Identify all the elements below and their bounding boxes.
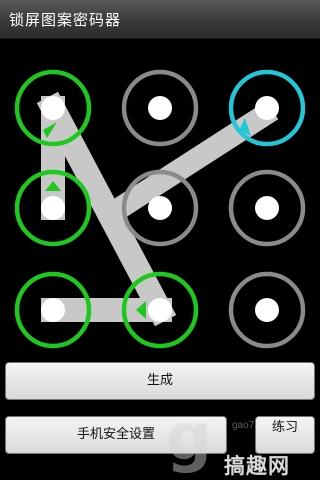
pattern-dot-center: [255, 96, 279, 120]
generate-button-label: 生成: [146, 373, 173, 388]
pattern-dot-center: [41, 196, 65, 220]
title-bar: 锁屏图案密码器: [0, 0, 320, 39]
watermark-site: gao7.com: [232, 420, 276, 431]
pattern-dot-center: [255, 298, 279, 322]
pattern-dot-6[interactable]: [228, 169, 306, 247]
pattern-dot-center: [148, 298, 172, 322]
pattern-dot-2[interactable]: [121, 69, 199, 147]
pattern-dot-center: [41, 298, 65, 322]
lock-pattern-grid[interactable]: [0, 38, 320, 360]
generate-button[interactable]: 生成: [5, 362, 315, 400]
watermark-logo-icon: g: [166, 401, 212, 475]
app-title: 锁屏图案密码器: [9, 11, 122, 29]
pattern-dot-9[interactable]: [228, 271, 306, 349]
pattern-dot-center: [255, 196, 279, 220]
pattern-dot-3[interactable]: [228, 69, 306, 147]
pattern-dot-center: [148, 196, 172, 220]
watermark-brand: 搞趣网: [224, 454, 290, 478]
pattern-dot-4[interactable]: [14, 169, 92, 247]
pattern-dot-center: [41, 96, 65, 120]
pattern-dot-center: [148, 96, 172, 120]
